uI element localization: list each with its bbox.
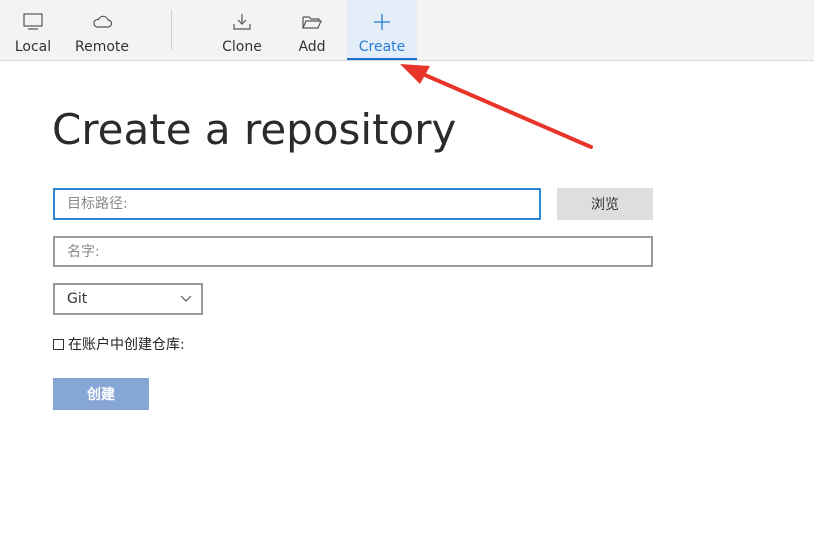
cloud-icon	[90, 11, 114, 33]
name-input[interactable]	[53, 236, 653, 267]
tab-label: Add	[298, 39, 326, 55]
chevron-down-icon	[179, 293, 193, 309]
create-in-account-checkbox[interactable]	[53, 338, 64, 350]
tab-local[interactable]: Local	[8, 0, 58, 60]
toolbar-divider	[171, 10, 172, 50]
download-icon	[230, 11, 254, 33]
tab-label: Create	[358, 39, 406, 55]
create-in-account-label: 在账户中创建仓库:	[68, 337, 185, 353]
vcs-type-value: Git	[67, 291, 88, 307]
browse-button[interactable]: 浏览	[557, 188, 653, 220]
target-path-input[interactable]	[53, 188, 541, 220]
toolbar: Local Remote Clone Add Create	[0, 0, 814, 61]
create-in-account-row[interactable]: 在账户中创建仓库:	[53, 334, 185, 354]
tab-add[interactable]: Add	[288, 0, 336, 60]
monitor-icon	[21, 11, 45, 33]
tab-remote[interactable]: Remote	[70, 0, 134, 60]
create-button[interactable]: 创建	[53, 378, 149, 410]
tab-label: Clone	[222, 39, 262, 55]
annotation-arrow-icon	[400, 64, 593, 149]
tab-clone[interactable]: Clone	[214, 0, 270, 60]
tab-create[interactable]: Create	[347, 0, 417, 60]
page-title: Create a repository	[52, 105, 457, 154]
vcs-type-select[interactable]: Git	[53, 283, 203, 315]
tab-label: Remote	[74, 39, 130, 55]
tab-label: Local	[14, 39, 52, 55]
folder-open-icon	[300, 11, 324, 33]
plus-icon	[370, 11, 394, 33]
